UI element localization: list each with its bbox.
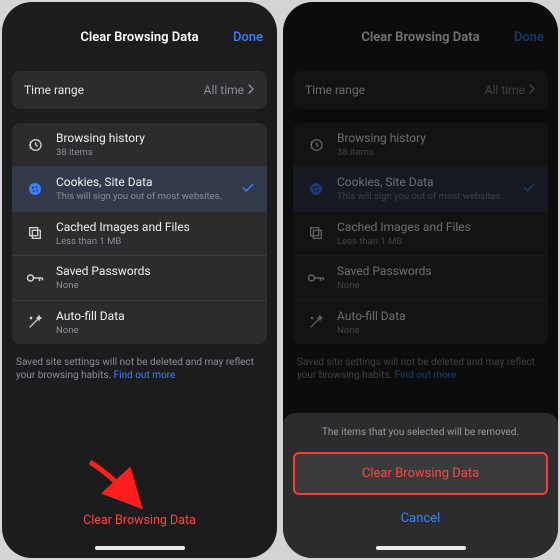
wand-icon — [24, 311, 46, 333]
info-note: Saved site settings will not be deleted … — [2, 344, 277, 383]
item-text: Cookies, Site Data This will sign you ou… — [337, 175, 516, 202]
time-range-label: Time range — [24, 83, 84, 97]
list-item[interactable]: Auto-fill Data None — [293, 301, 548, 344]
clear-browsing-data-button[interactable]: Clear Browsing Data — [83, 499, 196, 546]
data-type-list: Browsing history 38 items Cookies, Site … — [12, 123, 267, 344]
check-icon — [522, 180, 536, 199]
cancel-button[interactable]: Cancel — [293, 499, 548, 538]
item-text: Auto-fill Data None — [56, 309, 255, 336]
home-indicator[interactable] — [95, 546, 185, 550]
header: Clear Browsing Data Done — [2, 24, 277, 55]
data-type-list: Browsing history 38 items Cookies, Site … — [293, 123, 548, 344]
list-item[interactable]: Saved Passwords None — [12, 256, 267, 300]
list-item[interactable]: Cached Images and Files Less than 1 MB — [12, 212, 267, 256]
cache-icon — [305, 222, 327, 244]
item-text: Cached Images and Files Less than 1 MB — [337, 220, 536, 247]
page-title: Clear Browsing Data — [361, 30, 479, 45]
list-item[interactable]: Cookies, Site Data This will sign you ou… — [293, 167, 548, 211]
key-icon — [24, 267, 46, 289]
check-icon — [241, 180, 255, 199]
content: Time range All time Browsing history 38 … — [2, 55, 277, 344]
home-indicator[interactable] — [376, 546, 466, 550]
footer: Clear Browsing Data — [2, 499, 277, 558]
item-text: Auto-fill Data None — [337, 309, 536, 336]
list-item[interactable]: Browsing history 38 items — [12, 123, 267, 167]
done-button[interactable]: Done — [233, 30, 263, 45]
cookie-icon — [24, 178, 46, 200]
item-text: Browsing history 38 items — [56, 131, 255, 158]
list-item[interactable]: Saved Passwords None — [293, 256, 548, 300]
item-text: Cached Images and Files Less than 1 MB — [56, 220, 255, 247]
list-item[interactable]: Browsing history 38 items — [293, 123, 548, 167]
phone-right: Clear Browsing Data Done Time range All … — [283, 2, 558, 558]
time-range-row[interactable]: Time range All time — [12, 71, 267, 109]
action-sheet: The items that you selected will be remo… — [283, 413, 558, 558]
item-text: Saved Passwords None — [56, 264, 255, 291]
chevron-right-icon — [248, 83, 255, 97]
list-item[interactable]: Cookies, Site Data This will sign you ou… — [12, 167, 267, 211]
find-out-more-link[interactable]: Find out more — [114, 370, 176, 381]
clear-browsing-data-button[interactable]: Clear Browsing Data — [293, 452, 548, 495]
header: Clear Browsing Data Done — [283, 24, 558, 55]
status-bar — [2, 2, 277, 24]
page-title: Clear Browsing Data — [80, 30, 198, 45]
cookie-icon — [305, 178, 327, 200]
done-button[interactable]: Done — [514, 30, 544, 45]
item-text: Cookies, Site Data This will sign you ou… — [56, 175, 235, 202]
phone-left: Clear Browsing Data Done Time range All … — [2, 2, 277, 558]
cache-icon — [24, 222, 46, 244]
list-item[interactable]: Cached Images and Files Less than 1 MB — [293, 212, 548, 256]
key-icon — [305, 267, 327, 289]
wand-icon — [305, 311, 327, 333]
sheet-message: The items that you selected will be remo… — [293, 425, 548, 450]
item-text: Browsing history 38 items — [337, 131, 536, 158]
time-range-value: All time — [204, 83, 255, 97]
item-text: Saved Passwords None — [337, 264, 536, 291]
history-icon — [305, 134, 327, 156]
list-item[interactable]: Auto-fill Data None — [12, 301, 267, 344]
history-icon — [24, 134, 46, 156]
